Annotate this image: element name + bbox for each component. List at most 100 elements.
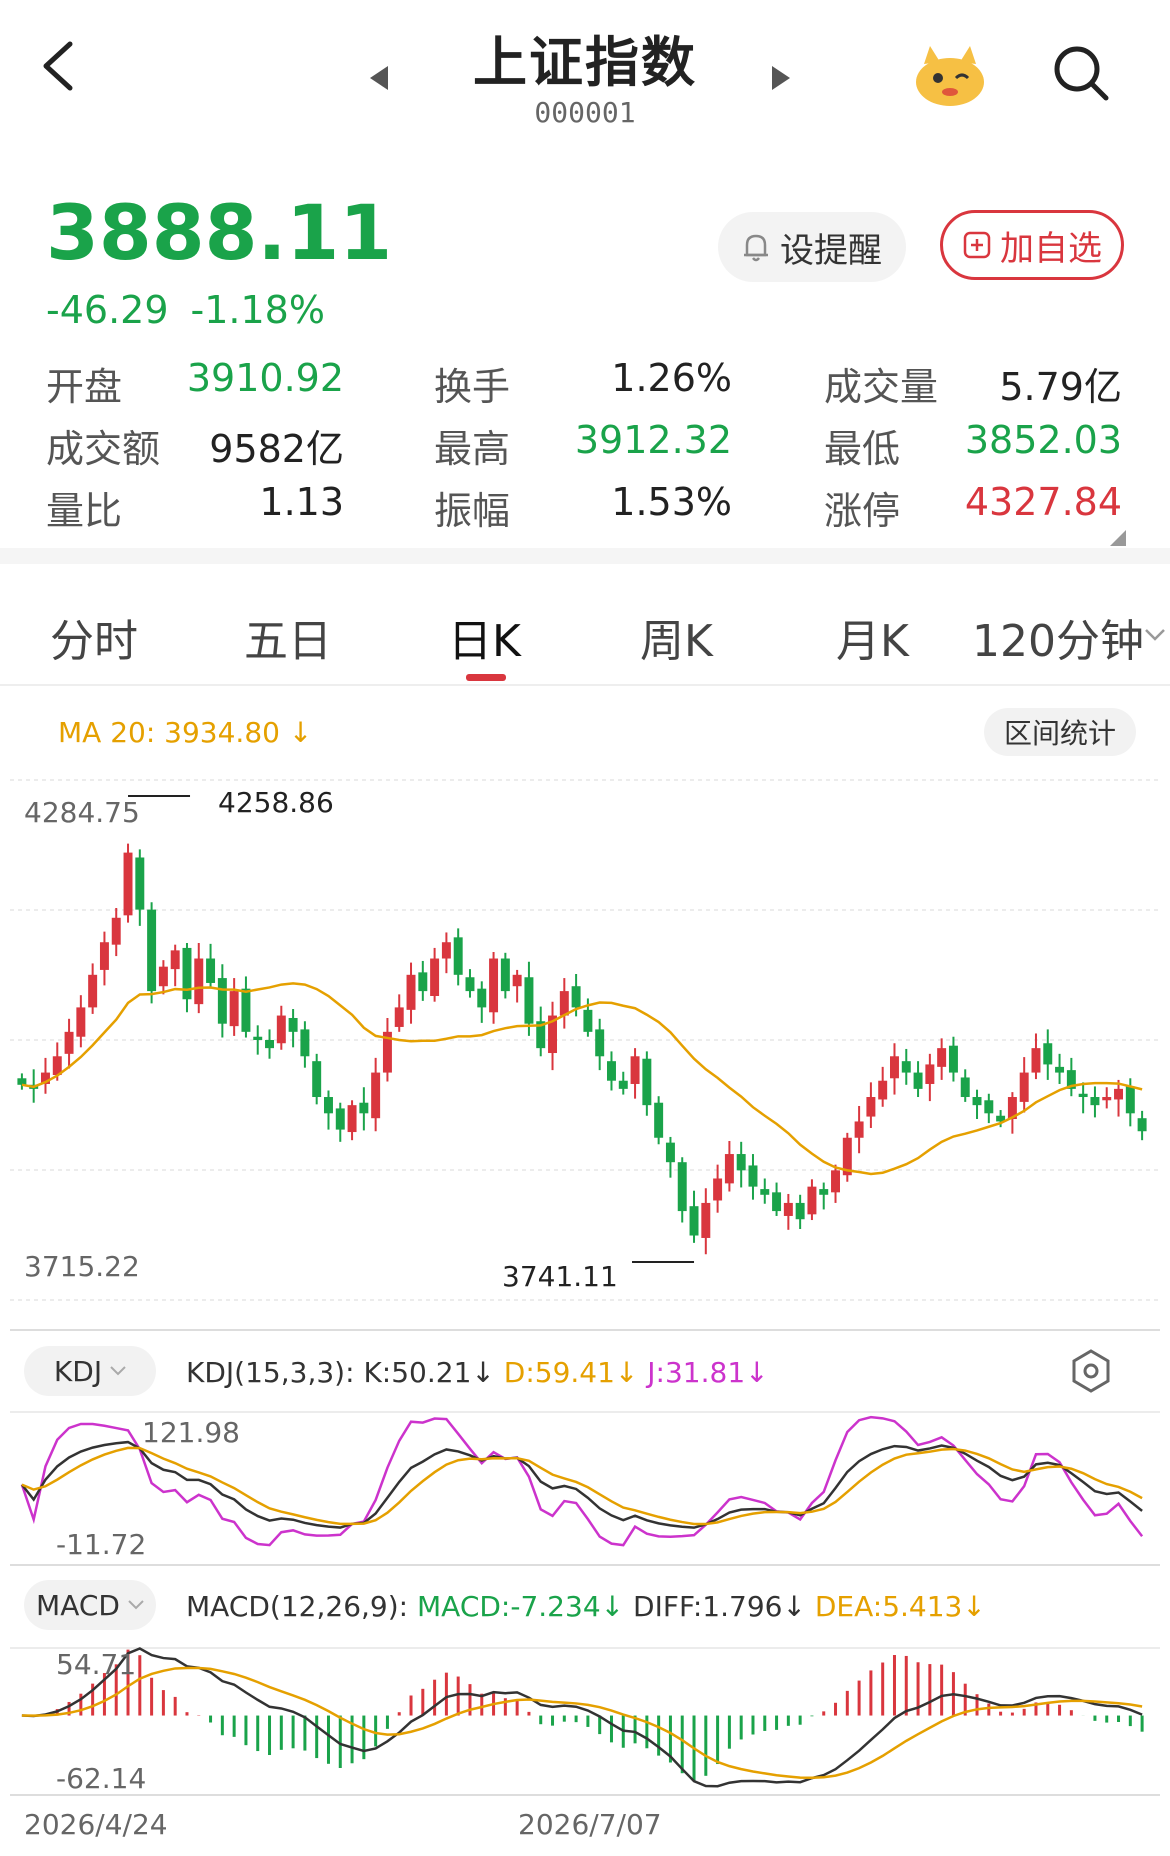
candle-body: [925, 1064, 935, 1084]
macd-params: MACD(12,26,9):: [186, 1590, 409, 1623]
kdj-params: KDJ(15,3,3):: [186, 1356, 355, 1389]
kdj-values: KDJ(15,3,3): K:50.21↓ D:59.41↓ J:31.81↓: [186, 1356, 769, 1389]
candle-body: [441, 942, 451, 959]
candle-body: [878, 1080, 888, 1100]
candle-body: [748, 1165, 758, 1187]
high-price-label: 4258.86: [218, 786, 334, 819]
candle-body: [500, 958, 510, 992]
candle-body: [147, 909, 157, 992]
candle-body: [217, 978, 227, 1024]
candle-body: [312, 1061, 322, 1098]
candle-body: [583, 1009, 593, 1032]
candle-body: [772, 1192, 782, 1212]
arrow-down-icon: ↓: [962, 1590, 986, 1623]
macd-value: MACD:-7.234: [417, 1590, 601, 1623]
candle-body: [512, 974, 522, 987]
macd-values: MACD(12,26,9): MACD:-7.234↓ DIFF:1.796↓ …: [186, 1590, 986, 1623]
candle-body: [17, 1078, 27, 1085]
macd-top-label: 54.71: [56, 1648, 137, 1681]
candle-body: [831, 1170, 841, 1193]
candle-body: [406, 974, 416, 1010]
low-price-label: 3741.11: [502, 1260, 618, 1293]
candle-body: [88, 974, 98, 1008]
candle-body: [984, 1100, 994, 1114]
candle-body: [665, 1142, 675, 1163]
kdj-j-value: J:31.81: [647, 1356, 746, 1389]
candle-body: [1090, 1097, 1100, 1106]
candle-body: [606, 1061, 616, 1081]
candle-body: [347, 1105, 357, 1133]
candle-body: [182, 947, 192, 1000]
arrow-down-icon: ↓: [782, 1590, 815, 1623]
candle-body: [76, 1007, 86, 1037]
macd-bottom-label: -62.14: [56, 1762, 147, 1795]
candle-body: [642, 1058, 652, 1106]
candle-body: [300, 1029, 310, 1057]
candle-body: [1114, 1088, 1124, 1100]
chevron-down-icon: [110, 1366, 126, 1376]
macd-selector-button[interactable]: MACD: [24, 1580, 156, 1630]
kdj-d-value: D:59.41: [503, 1356, 615, 1389]
y-axis-top-label: 4284.75: [24, 796, 140, 829]
kdj-selector-button[interactable]: KDJ: [24, 1346, 156, 1396]
candle-body: [701, 1202, 711, 1238]
candle-body: [135, 857, 145, 910]
candle-body: [630, 1056, 640, 1084]
macd-selector-label: MACD: [36, 1588, 120, 1622]
candle-body: [371, 1072, 381, 1119]
candle-body: [948, 1045, 958, 1073]
kline-chart[interactable]: [0, 0, 1170, 1856]
indicator-settings-icon[interactable]: [1070, 1348, 1112, 1394]
candle-body: [229, 991, 239, 1027]
candle-body: [571, 986, 581, 1008]
candle-body: [760, 1189, 770, 1195]
candle-body: [335, 1108, 345, 1130]
candle-body: [194, 958, 204, 1005]
candle-body: [241, 988, 251, 1032]
candle-body: [736, 1154, 746, 1171]
candle-body: [1102, 1097, 1112, 1101]
candle-body: [265, 1039, 275, 1049]
candle-body: [1055, 1066, 1065, 1073]
date-mid-label: 2026/7/07: [518, 1808, 662, 1841]
macd-dea-value: DEA:5.413: [814, 1590, 963, 1623]
kdj-bottom-label: -11.72: [56, 1528, 147, 1561]
candle-body: [595, 1029, 605, 1057]
macd-dea-line: [21, 1666, 1143, 1779]
candle-body: [253, 1036, 263, 1040]
kdj-k-value: K:50.21: [363, 1356, 472, 1389]
candle-body: [1043, 1043, 1053, 1065]
candle-body: [1137, 1118, 1147, 1132]
arrow-down-icon: ↓: [600, 1590, 634, 1623]
candle-body: [64, 1031, 74, 1054]
candle-body: [937, 1048, 947, 1067]
candle-body: [276, 1015, 286, 1044]
candle-body: [689, 1206, 699, 1236]
candle-body: [359, 1102, 369, 1114]
candle-body: [394, 1007, 404, 1027]
candle-body: [477, 988, 487, 1008]
date-start-label: 2026/4/24: [24, 1808, 168, 1841]
ma20-line: [21, 982, 1143, 1176]
candle-body: [677, 1162, 687, 1212]
candle-body: [1078, 1093, 1088, 1098]
candle-body: [430, 958, 440, 996]
kdj-top-label: 121.98: [142, 1416, 240, 1449]
macd-diff-value: DIFF:1.796: [633, 1590, 783, 1623]
candle-body: [453, 937, 463, 975]
candle-body: [1031, 1048, 1041, 1073]
candle-body: [807, 1186, 817, 1215]
arrow-down-icon: ↓: [614, 1356, 648, 1389]
candle-body: [901, 1061, 911, 1073]
candle-body: [854, 1121, 864, 1138]
candle-body: [559, 991, 569, 1016]
candle-body: [889, 1056, 899, 1079]
candle-body: [724, 1154, 734, 1184]
candle-body: [795, 1202, 805, 1220]
candle-body: [288, 1017, 298, 1032]
candle-body: [206, 958, 216, 983]
candle-body: [618, 1080, 628, 1089]
candle-body: [713, 1178, 723, 1201]
candle-body: [783, 1202, 793, 1216]
candle-body: [123, 852, 133, 916]
